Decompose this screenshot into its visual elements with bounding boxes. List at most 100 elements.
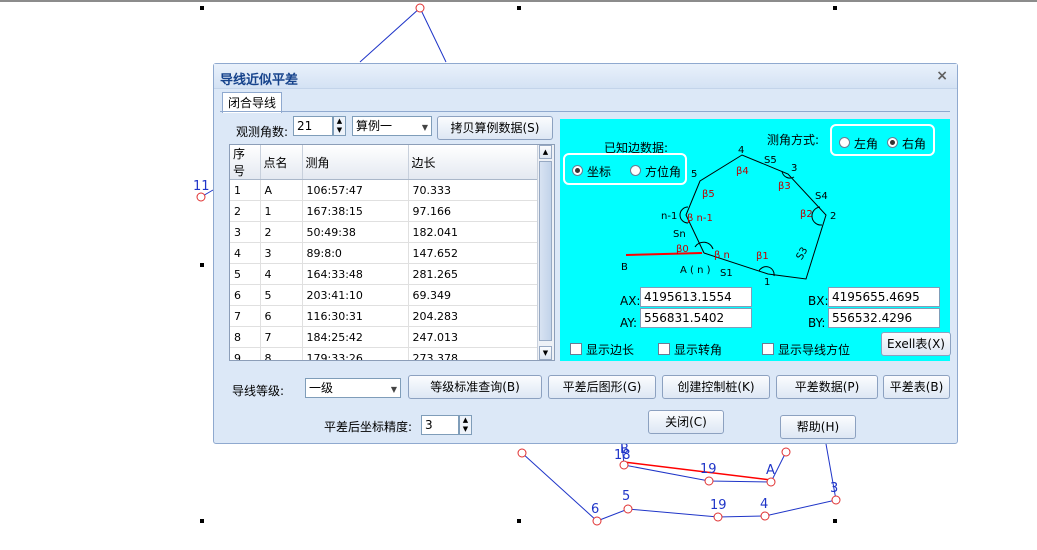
- table-cell[interactable]: 273.378: [408, 347, 539, 360]
- copy-example-button[interactable]: 拷贝算例数据(S): [437, 116, 553, 140]
- point-label-a: A: [766, 463, 775, 478]
- point-marker[interactable]: [713, 512, 723, 522]
- selection-handle[interactable]: [517, 6, 521, 10]
- table-scrollbar[interactable]: ▲ ▼: [537, 145, 554, 360]
- table-row[interactable]: 8 7 184:25:42 247.013: [230, 326, 539, 348]
- table-cell[interactable]: A: [260, 179, 303, 201]
- adjust-data-button[interactable]: 平差数据(P): [776, 375, 878, 399]
- table-cell[interactable]: 2: [230, 200, 261, 222]
- table-cell[interactable]: 204.283: [408, 305, 539, 327]
- table-cell[interactable]: 3: [260, 242, 303, 264]
- point-marker[interactable]: [517, 448, 527, 458]
- adjust-table-button[interactable]: 平差表(B): [883, 375, 950, 399]
- point-marker[interactable]: [704, 476, 714, 486]
- close-button[interactable]: 关闭(C): [648, 410, 724, 434]
- table-cell[interactable]: 4: [230, 242, 261, 264]
- table-cell[interactable]: 1: [260, 200, 303, 222]
- table-cell[interactable]: 69.349: [408, 284, 539, 306]
- selection-handle[interactable]: [200, 263, 204, 267]
- table-cell[interactable]: 50:49:38: [302, 221, 409, 243]
- precision-stepper[interactable]: ▲ ▼: [459, 415, 472, 435]
- help-button[interactable]: 帮助(H): [780, 415, 856, 439]
- by-input[interactable]: 556532.4296: [828, 308, 940, 328]
- table-cell[interactable]: 147.652: [408, 242, 539, 264]
- angle-count-input[interactable]: 21: [293, 116, 333, 136]
- table-cell[interactable]: 6: [260, 305, 303, 327]
- column-header-point[interactable]: 点名: [260, 145, 303, 180]
- scroll-up-icon[interactable]: ▲: [539, 145, 552, 159]
- table-row[interactable]: 9 8 179:33:26 273.378: [230, 347, 539, 360]
- close-icon[interactable]: ×: [936, 68, 948, 84]
- table-row[interactable]: 3 2 50:49:38 182.041: [230, 221, 539, 243]
- point-marker[interactable]: [415, 3, 425, 13]
- title-bar[interactable]: 导线近似平差 ×: [214, 64, 957, 89]
- table-cell[interactable]: 164:33:48: [302, 263, 409, 285]
- dialog-title: 导线近似平差: [220, 73, 299, 88]
- table-cell[interactable]: 281.265: [408, 263, 539, 285]
- ay-input[interactable]: 556831.5402: [640, 308, 752, 328]
- show-edge-checkbox[interactable]: [570, 343, 582, 355]
- table-cell[interactable]: 3: [230, 221, 261, 243]
- point-marker[interactable]: [781, 447, 791, 457]
- point-marker[interactable]: [760, 511, 770, 521]
- table-cell[interactable]: 9: [230, 347, 261, 360]
- adjusted-graph-label: 平差后图形(G): [562, 380, 642, 394]
- table-cell[interactable]: 97.166: [408, 200, 539, 222]
- grade-select[interactable]: 一级 ▼: [305, 378, 401, 398]
- example-select[interactable]: 算例一 ▼: [352, 116, 432, 136]
- point-marker[interactable]: [766, 477, 776, 487]
- table-cell[interactable]: 1: [230, 179, 261, 201]
- show-azimuth-checkbox[interactable]: [762, 343, 774, 355]
- table-cell[interactable]: 6: [230, 284, 261, 306]
- table-cell[interactable]: 8: [230, 326, 261, 348]
- table-cell[interactable]: 167:38:15: [302, 200, 409, 222]
- selection-handle[interactable]: [200, 6, 204, 10]
- show-angle-checkbox[interactable]: [658, 343, 670, 355]
- selection-handle[interactable]: [833, 6, 837, 10]
- point-marker[interactable]: [831, 495, 841, 505]
- grade-query-button[interactable]: 等级标准查询(B): [408, 375, 542, 399]
- table-cell[interactable]: 7: [260, 326, 303, 348]
- table-cell[interactable]: 89:8:0: [302, 242, 409, 264]
- table-row[interactable]: 2 1 167:38:15 97.166: [230, 200, 539, 222]
- table-cell[interactable]: 5: [260, 284, 303, 306]
- column-header-length[interactable]: 边长: [408, 145, 539, 180]
- table-cell[interactable]: 8: [260, 347, 303, 360]
- selection-handle[interactable]: [833, 519, 837, 523]
- point-marker[interactable]: [592, 516, 602, 526]
- create-pile-button[interactable]: 创建控制桩(K): [662, 375, 770, 399]
- table-row[interactable]: 6 5 203:41:10 69.349: [230, 284, 539, 306]
- point-marker[interactable]: [196, 192, 206, 202]
- excel-button[interactable]: Exell表(X): [881, 332, 951, 356]
- bx-input[interactable]: 4195655.4695: [828, 287, 940, 307]
- table-row[interactable]: 1 A 106:57:47 70.333: [230, 179, 539, 201]
- point-marker[interactable]: [623, 504, 633, 514]
- table-cell[interactable]: 203:41:10: [302, 284, 409, 306]
- table-cell[interactable]: 4: [260, 263, 303, 285]
- table-cell[interactable]: 116:30:31: [302, 305, 409, 327]
- angle-count-stepper[interactable]: ▲ ▼: [333, 116, 346, 136]
- table-cell[interactable]: 5: [230, 263, 261, 285]
- table-cell[interactable]: 106:57:47: [302, 179, 409, 201]
- column-header-angle[interactable]: 测角: [302, 145, 409, 180]
- table-cell[interactable]: 247.013: [408, 326, 539, 348]
- adjusted-graph-button[interactable]: 平差后图形(G): [548, 375, 656, 399]
- table-cell[interactable]: 70.333: [408, 179, 539, 201]
- ax-input[interactable]: 4195613.1554: [640, 287, 752, 307]
- table-cell[interactable]: 7: [230, 305, 261, 327]
- table-row[interactable]: 4 3 89:8:0 147.652: [230, 242, 539, 264]
- column-header-index[interactable]: 序号: [230, 145, 261, 180]
- scroll-thumb[interactable]: [539, 161, 552, 341]
- precision-input[interactable]: 3: [421, 415, 459, 435]
- selection-handle[interactable]: [517, 519, 521, 523]
- table-row[interactable]: 5 4 164:33:48 281.265: [230, 263, 539, 285]
- angle-edge-table[interactable]: 序号 点名 测角 边长 1 A 106:57:47 70.333 2 1 167:38:15…: [229, 144, 555, 361]
- selection-handle[interactable]: [200, 519, 204, 523]
- table-cell[interactable]: 179:33:26: [302, 347, 409, 360]
- table-cell[interactable]: 2: [260, 221, 303, 243]
- tab-closed-traverse[interactable]: 闭合导线: [222, 92, 283, 113]
- table-cell[interactable]: 182.041: [408, 221, 539, 243]
- table-row[interactable]: 7 6 116:30:31 204.283: [230, 305, 539, 327]
- table-cell[interactable]: 184:25:42: [302, 326, 409, 348]
- scroll-down-icon[interactable]: ▼: [539, 346, 552, 360]
